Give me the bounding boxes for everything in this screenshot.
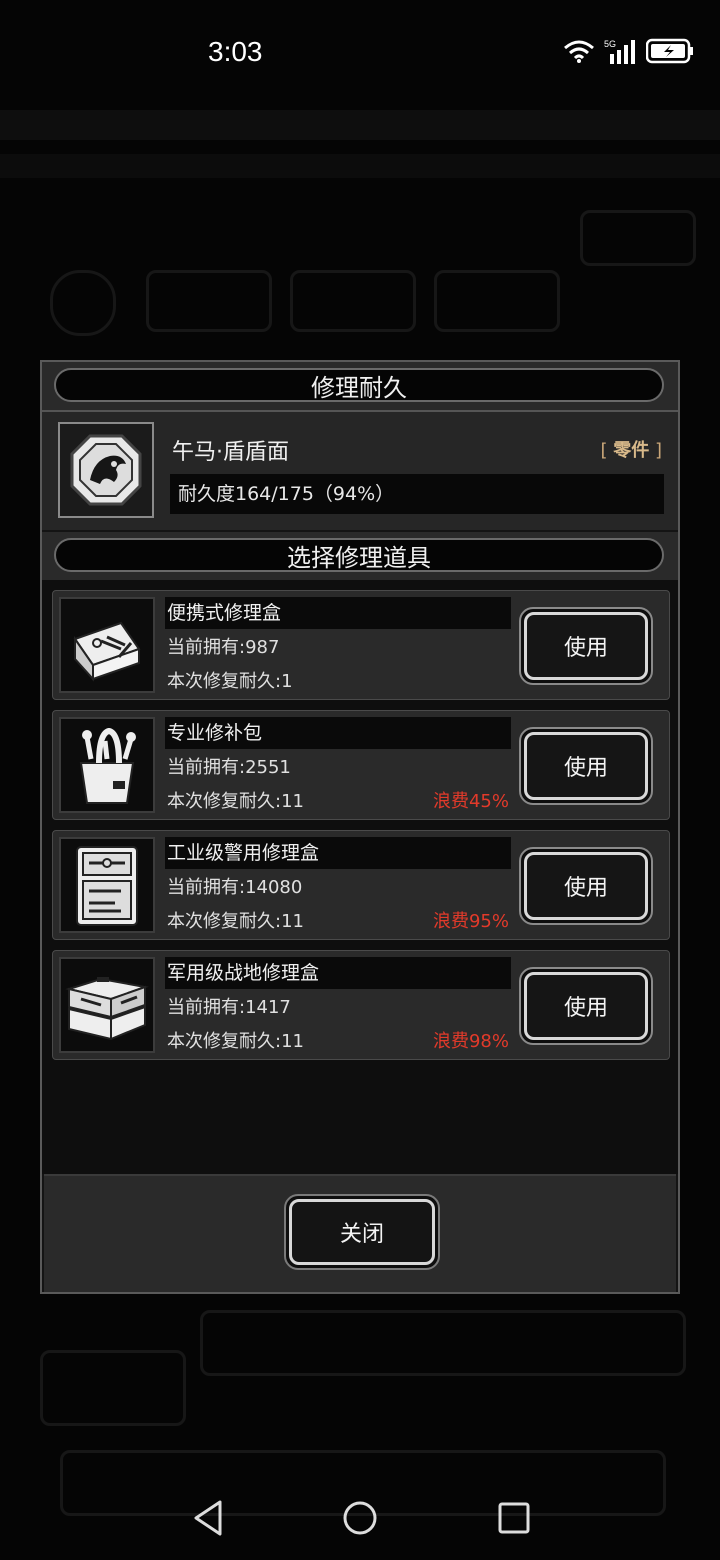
use-button-label: 使用 [524, 612, 648, 680]
rarity-bracket-left: [ [600, 440, 608, 461]
close-button[interactable]: 关闭 [284, 1194, 440, 1270]
tool-repair-amount: 本次修复耐久:11 [167, 1031, 304, 1052]
use-button-label: 使用 [524, 852, 648, 920]
use-button[interactable]: 使用 [519, 607, 653, 685]
tool-repair-amount: 本次修复耐久:1 [167, 671, 293, 692]
dialog-title: 修理耐久 [54, 368, 664, 402]
background-slot [290, 270, 416, 332]
recents-icon[interactable] [496, 1498, 532, 1538]
tool-name: 工业级警用修理盒 [165, 837, 511, 869]
close-button-label: 关闭 [289, 1199, 435, 1265]
rarity-tag: [ 零件 ] [600, 436, 662, 462]
background-slot [146, 270, 272, 332]
tool-row: 专业修补包 当前拥有:2551 本次修复耐久:11 浪费45% 使用 [52, 710, 670, 820]
tool-name: 军用级战地修理盒 [165, 957, 511, 989]
use-button[interactable]: 使用 [519, 847, 653, 925]
repair-durability-dialog: 修理耐久 午马·盾盾面 [ 零件 ] 耐久度164/175（94%） 选择修理道… [40, 360, 680, 1294]
background-banner [0, 110, 720, 140]
tool-repair-amount: 本次修复耐久:11 [167, 911, 304, 932]
background-panel [40, 1350, 186, 1426]
background-button [580, 210, 696, 266]
cellular-signal-icon: 5G [604, 39, 635, 64]
use-button-label: 使用 [524, 972, 648, 1040]
wifi-icon [564, 40, 594, 63]
status-bar: 3:03 5G [0, 0, 720, 100]
industrial-repair-case-icon [59, 837, 155, 933]
tool-row: 便携式修理盒 当前拥有:987 本次修复耐久:1 使用 [52, 590, 670, 700]
background-panel [200, 1310, 686, 1376]
use-button[interactable]: 使用 [519, 967, 653, 1045]
shield-horse-icon [58, 422, 154, 518]
status-icons: 5G [562, 38, 694, 64]
section-title: 选择修理道具 [54, 538, 664, 572]
use-button[interactable]: 使用 [519, 727, 653, 805]
background-badge [50, 270, 116, 336]
military-toolbox-icon [59, 957, 155, 1053]
battery-icon [646, 38, 693, 64]
rarity-label: 零件 [613, 440, 650, 461]
use-button-label: 使用 [524, 732, 648, 800]
section-header: 选择修理道具 [42, 532, 678, 582]
repair-kit-bag-icon [59, 717, 155, 813]
tool-owned-count: 当前拥有:2551 [167, 757, 291, 778]
background-banner [0, 154, 720, 178]
item-name: 午马·盾盾面 [172, 440, 289, 465]
home-icon[interactable] [342, 1498, 378, 1538]
back-icon[interactable] [190, 1498, 226, 1538]
network-label: 5G [604, 39, 616, 49]
tool-repair-amount: 本次修复耐久:11 [167, 791, 304, 812]
portable-repair-box-icon [59, 597, 155, 693]
tool-owned-count: 当前拥有:14080 [167, 877, 303, 898]
system-nav-bar [0, 1480, 720, 1560]
tool-name: 专业修补包 [165, 717, 511, 749]
dialog-header: 修理耐久 [42, 362, 678, 412]
tool-waste-percent: 浪费45% [432, 791, 509, 812]
tool-waste-percent: 浪费98% [432, 1031, 509, 1052]
tool-row: 军用级战地修理盒 当前拥有:1417 本次修复耐久:11 浪费98% 使用 [52, 950, 670, 1060]
tool-waste-percent: 浪费95% [432, 911, 509, 932]
rarity-bracket-right: ] [654, 440, 662, 461]
clock: 3:03 [208, 36, 263, 67]
tool-owned-count: 当前拥有:1417 [167, 997, 291, 1018]
background-slot [434, 270, 560, 332]
dialog-footer: 关闭 [44, 1174, 676, 1292]
repair-tool-list: 便携式修理盒 当前拥有:987 本次修复耐久:1 使用 专业修补包 当前拥有:2… [42, 580, 678, 1174]
tool-name: 便携式修理盒 [165, 597, 511, 629]
tool-row: 工业级警用修理盒 当前拥有:14080 本次修复耐久:11 浪费95% 使用 [52, 830, 670, 940]
durability-readout: 耐久度164/175（94%） [170, 474, 664, 514]
tool-owned-count: 当前拥有:987 [167, 637, 280, 658]
